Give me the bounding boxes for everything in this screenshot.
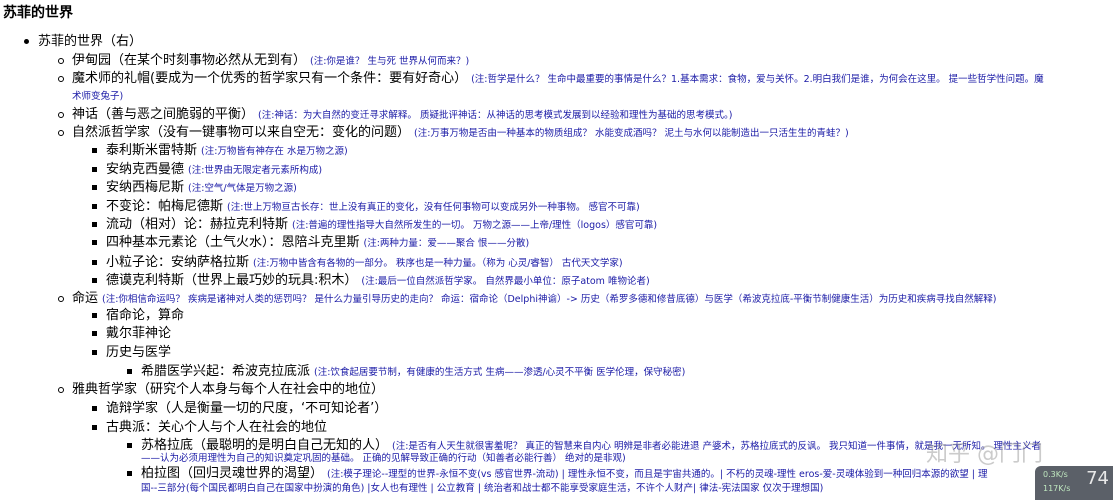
page-title: 苏菲的世界 (3, 5, 73, 21)
bullet-icon (58, 112, 64, 118)
outline-item-title: 伊甸园（在某个时刻事物必然从无到有） (72, 53, 307, 68)
outline-item-title: 神话（善与恶之间脆弱的平衡） (72, 107, 255, 122)
bullet-icon (58, 76, 64, 82)
bullet-icon (92, 240, 97, 245)
outline-item-title: 泰利斯米雷特斯 (106, 143, 198, 158)
zhihu-watermark: 知乎 @门门 (926, 442, 1043, 467)
outline-item-note: (注:世界由无限定者元素所构成) (188, 165, 323, 176)
outline-item: 希腊医学兴起：希波克拉底派 (注:饮食起居要节制，有健康的生活方式 生病——渗透/… (141, 363, 685, 381)
outline-item-note: (注:神话：为大自然的变迁寻求解释。 质疑批评神话：从神话的思考模式发展到以经验… (258, 110, 733, 121)
bullet-icon (92, 331, 97, 336)
outline-item-title: 不变论：帕梅尼德斯 (106, 199, 224, 214)
outline-item: 宿命论，算命 (106, 307, 184, 324)
outline-item: 泰利斯米雷特斯 (注:万物皆有神存在 水是万物之源) (106, 142, 348, 160)
outline-item-title: 诡辩学家（人是衡量一切的尺度，‘不可知论者’） (106, 401, 388, 416)
outline-item-title: 小粒子论：安纳萨格拉斯 (106, 255, 250, 270)
outline-item-note: (注:你相信命运吗？ 疾病是诸神对人类的惩罚吗？ 是什么力量引导历史的走向？ 命… (102, 294, 997, 305)
outline-item: 历史与医学 (106, 344, 171, 361)
outline-item-title: 希腊医学兴起：希波克拉底派 (141, 364, 311, 379)
outline-item-note: (注:模子理论--理型的世界-永恒不变(vs 感官世界-流动) | 理性永恒不变… (327, 469, 988, 480)
outline-item-title: 雅典哲学家（研究个人本身与每个人在社会中的地位） (72, 382, 385, 397)
outline-item: 小粒子论：安纳萨格拉斯 (注:万物中皆含有各物的一部分。 秩序也是一种力量。（称为… (106, 254, 623, 272)
outline-item-title: 安纳西梅尼斯 (106, 180, 185, 195)
outline-item: 戴尔菲神论 (106, 325, 171, 342)
outline-item: 不变论：帕梅尼德斯 (注:世上万物亘古长存：世上没有真正的变化，没有任何事物可以变… (106, 198, 640, 216)
outline-item: 命运 (注:你相信命运吗？ 疾病是诸神对人类的惩罚吗？ 是什么力量引导历史的走向？… (72, 290, 997, 308)
upload-speed: 0.3K/s (1043, 470, 1068, 479)
outline-item-title: 苏格拉底（最聪明的是明白自己无知的人） (141, 438, 389, 453)
monitor-number: 74 (1086, 468, 1109, 489)
outline-item: 古典派：关心个人与个人在社会的地位 (106, 419, 327, 436)
outline-item-title: 魔术师的礼帽(要成为一个优秀的哲学家只有一个条件：要有好奇心） (72, 71, 468, 86)
outline-item: 神话（善与恶之间脆弱的平衡） (注:神话：为大自然的变迁寻求解释。 质疑批评神话：… (72, 106, 732, 124)
outline-item-note: (注:世上万物亘古长存：世上没有真正的变化，没有任何事物可以变成另外一种事物。 … (227, 202, 640, 213)
bullet-icon (127, 471, 132, 476)
outline-item-note: (注:普遍的理性指导大自然所发生的一切。 万物之源——上帝/理性（logos）感… (292, 220, 658, 231)
outline-item-title: 命运 (72, 291, 99, 306)
bullet-icon (58, 130, 64, 136)
bullet-icon (92, 425, 97, 430)
bullet-icon (92, 167, 97, 172)
outline-item: 诡辩学家（人是衡量一切的尺度，‘不可知论者’） (106, 400, 387, 417)
outline-item-title: 苏菲的世界（右） (38, 34, 143, 49)
bullet-icon (92, 260, 97, 265)
outline-item-title: 四种基本元素论（土气火水）：恩陪斗克里斯 (106, 235, 360, 250)
bullet-icon (92, 204, 97, 209)
bullet-icon (92, 185, 97, 190)
bullet-icon (92, 278, 97, 283)
outline-item: 自然派哲学家（没有一键事物可以来自空无：变化的问题） (注:万事万物是否由一种基本… (72, 124, 849, 142)
outline-item-title: 德谟克利特斯（世界上最巧妙的玩具:积木） (106, 273, 358, 288)
outline-item: 德谟克利特斯（世界上最巧妙的玩具:积木） (注:最后一位自然派哲学家。 自然界最小… (106, 272, 650, 290)
outline-item-title: 历史与医学 (106, 345, 172, 360)
outline-item-note: (注:万事万物是否由一种基本的物质组成？ 水能变成酒吗？ 泥土与水何以能制造出一… (414, 128, 849, 139)
bullet-icon (24, 39, 29, 44)
bullet-icon (92, 148, 97, 153)
outline-item-title: 宿命论，算命 (106, 308, 185, 323)
bullet-icon (58, 387, 64, 393)
bullet-icon (127, 369, 132, 374)
system-monitor-badge: 0.3K/s 117K/s 74 (1035, 466, 1113, 500)
bullet-icon (58, 296, 64, 302)
bullet-icon (92, 313, 97, 318)
outline-item: 安纳西梅尼斯 (注:空气/气体是万物之源) (106, 179, 297, 197)
outline-item: 柏拉图（回归灵魂世界的渴望） (注:模子理论--理型的世界-永恒不变(vs 感官世… (141, 465, 987, 483)
bullet-icon (58, 58, 64, 64)
outline-item-note: (注:空气/气体是万物之源) (188, 183, 297, 194)
outline-item-note: (注:两种力量：爱——聚合 恨——分散) (363, 238, 530, 249)
outline-item: 苏菲的世界（右） (38, 33, 142, 50)
bullet-icon (92, 350, 97, 355)
bullet-icon (92, 406, 97, 411)
wrapped-note-line: ——认为必须用理性为自己的知识奠定巩固的基础。 正确的见解导致正确的行动（知善者… (141, 453, 626, 464)
outline-item-note: (注:哲学是什么？ 生命中最重要的事情是什么？1.基本需求：食物，爱与关怀。2.… (471, 74, 1044, 85)
outline-item-title: 安纳克西曼德 (106, 162, 185, 177)
outline-item: 四种基本元素论（土气火水）：恩陪斗克里斯 (注:两种力量：爱——聚合 恨——分散) (106, 234, 529, 252)
outline-item-note: (注:万物中皆含有各物的一部分。 秩序也是一种力量。（称为 心灵/睿智） 古代天… (253, 258, 623, 269)
outline-item-note: (注:万物皆有神存在 水是万物之源) (201, 146, 348, 157)
outline-item-note: (注:你是谁？ 生与死 世界从何而来？) (310, 56, 470, 67)
bullet-icon (127, 443, 132, 448)
bullet-icon (92, 222, 97, 227)
outline-item-title: 自然派哲学家（没有一键事物可以来自空无：变化的问题） (72, 125, 411, 140)
outline-item: 伊甸园（在某个时刻事物必然从无到有） (注:你是谁？ 生与死 世界从何而来？) (72, 52, 469, 70)
download-speed: 117K/s (1043, 484, 1071, 493)
outline-item: 安纳克西曼德 (注:世界由无限定者元素所构成) (106, 161, 322, 179)
outline-item-title: 古典派：关心个人与个人在社会的地位 (106, 420, 328, 435)
outline-item-note: (注:最后一位自然派哲学家。 自然界最小单位：原子atom 唯物论者) (361, 276, 650, 287)
outline-item: 流动（相对）论：赫拉克利特斯 (注:普遍的理性指导大自然所发生的一切。 万物之源—… (106, 216, 657, 234)
outline-item: 雅典哲学家（研究个人本身与每个人在社会中的地位） (72, 381, 384, 398)
outline-item-title: 柏拉图（回归灵魂世界的渴望） (141, 466, 324, 481)
outline-item-note: (注:饮食起居要节制，有健康的生活方式 生病——渗透/心灵不平衡 医学伦理，保守… (314, 367, 686, 378)
wrapped-note-line: 术师变兔子) (72, 91, 124, 102)
outline-item-title: 流动（相对）论：赫拉克利特斯 (106, 217, 289, 232)
wrapped-note-line: 国--三部分(每个国民都明白自己在国家中扮演的角色) |女人也有理性 | 公立教… (141, 483, 824, 494)
outline-item-title: 戴尔菲神论 (106, 326, 172, 341)
outline-item: 魔术师的礼帽(要成为一个优秀的哲学家只有一个条件：要有好奇心） (注:哲学是什么？… (72, 70, 1044, 88)
